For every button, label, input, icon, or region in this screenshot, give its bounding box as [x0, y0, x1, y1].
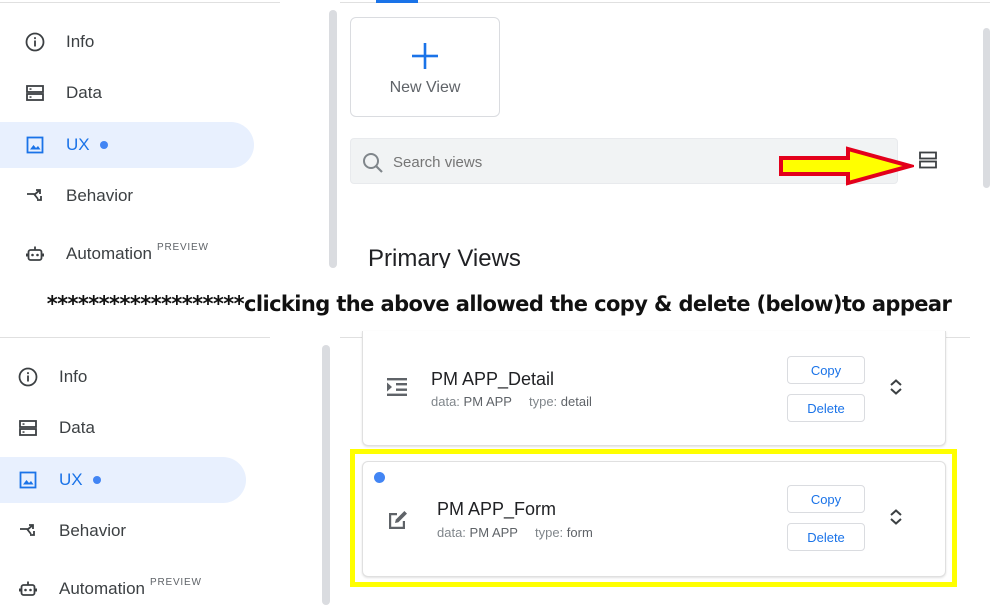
annotation-text: *******************clicking the above al…	[46, 292, 952, 316]
ux-icon	[17, 469, 39, 491]
main-scrollbar[interactable]	[983, 28, 990, 188]
annotation-arrow	[778, 146, 918, 191]
view-name: PM APP_Form	[437, 499, 557, 519]
reorder-chevron-icon[interactable]	[888, 508, 904, 531]
preview-badge: PREVIEW	[157, 241, 209, 253]
view-meta: data: PM APP type: detail	[431, 394, 592, 409]
nav-label: Data	[59, 418, 95, 437]
bottom-divider	[0, 337, 270, 338]
nav-item-automation[interactable]: Automation PREVIEW	[0, 566, 246, 612]
delete-button[interactable]: Delete	[787, 523, 865, 551]
unsaved-dot	[92, 476, 101, 484]
automation-icon	[24, 243, 46, 265]
meta-data-value: PM APP	[463, 394, 512, 409]
nav-label: Automation	[59, 579, 145, 598]
preview-badge: PREVIEW	[150, 576, 202, 588]
meta-type-label: type:	[534, 525, 564, 540]
heading-text: Primary Views	[368, 245, 521, 268]
view-card-detail[interactable]: PM APP_Detail data: PM APP type: detail …	[362, 331, 946, 446]
nav-item-behavior[interactable]: Behavior	[0, 508, 246, 554]
nav-label: Behavior	[66, 186, 134, 205]
meta-data-value: PM APP	[469, 525, 518, 540]
top-panel: Info Data UX Behavior Automation PREVIEW…	[0, 0, 998, 268]
delete-button[interactable]: Delete	[787, 394, 865, 422]
nav-label: UX	[66, 135, 90, 154]
bottom-panel: Info Data UX Behavior Automation PREVIEW…	[0, 331, 998, 605]
search-icon	[361, 151, 385, 180]
nav-item-data[interactable]: Data	[0, 405, 246, 451]
nav-label: Data	[66, 83, 102, 102]
primary-views-heading: Primary Views	[368, 244, 521, 268]
view-meta: data: PM APP type: form	[437, 525, 593, 540]
nav-label: Behavior	[59, 521, 127, 540]
copy-button[interactable]: Copy	[787, 356, 865, 384]
behavior-icon	[17, 520, 39, 542]
meta-type-value: detail	[560, 394, 592, 409]
new-view-button[interactable]: New View	[350, 17, 500, 117]
behavior-icon	[24, 185, 46, 207]
nav-label: Automation	[66, 244, 152, 263]
meta-data-label: data:	[437, 525, 466, 540]
search-input[interactable]	[391, 150, 775, 174]
meta-data-label: data:	[431, 394, 460, 409]
info-icon	[17, 366, 39, 388]
unsaved-dot	[99, 141, 108, 149]
active-tab-indicator	[376, 0, 418, 3]
data-icon	[24, 82, 46, 104]
meta-type-label: type:	[528, 394, 558, 409]
nav-item-info[interactable]: Info	[0, 19, 254, 65]
view-name: PM APP_Detail	[431, 369, 555, 389]
nav-item-ux[interactable]: UX	[0, 457, 246, 503]
automation-icon	[17, 578, 39, 600]
nav-item-automation[interactable]: Automation PREVIEW	[0, 231, 254, 277]
copy-button[interactable]: Copy	[787, 485, 865, 513]
plus-icon	[411, 42, 439, 75]
top-divider	[0, 2, 280, 3]
ux-icon	[24, 134, 46, 156]
nav-label: Info	[59, 367, 88, 386]
left-pane-scrollbar[interactable]	[322, 345, 330, 605]
reorder-chevron-icon[interactable]	[888, 378, 904, 401]
nav-item-behavior[interactable]: Behavior	[0, 173, 254, 219]
top-divider-right	[340, 2, 990, 3]
nav-label: UX	[59, 470, 83, 489]
new-view-label: New View	[389, 79, 461, 96]
nav-item-ux[interactable]: UX	[0, 122, 254, 168]
meta-type-value: form	[566, 525, 593, 540]
form-edit-icon	[386, 508, 410, 537]
data-icon	[17, 417, 39, 439]
nav-item-info[interactable]: Info	[0, 354, 246, 400]
left-pane-scrollbar[interactable]	[329, 10, 337, 268]
view-toggle-icon[interactable]	[918, 150, 938, 175]
view-card-form[interactable]: PM APP_Form data: PM APP type: form Copy…	[362, 461, 946, 577]
info-icon	[24, 31, 46, 53]
detail-view-icon	[385, 375, 409, 404]
nav-label: Info	[66, 32, 95, 51]
unsaved-dot	[374, 472, 385, 483]
nav-item-data[interactable]: Data	[0, 70, 254, 116]
